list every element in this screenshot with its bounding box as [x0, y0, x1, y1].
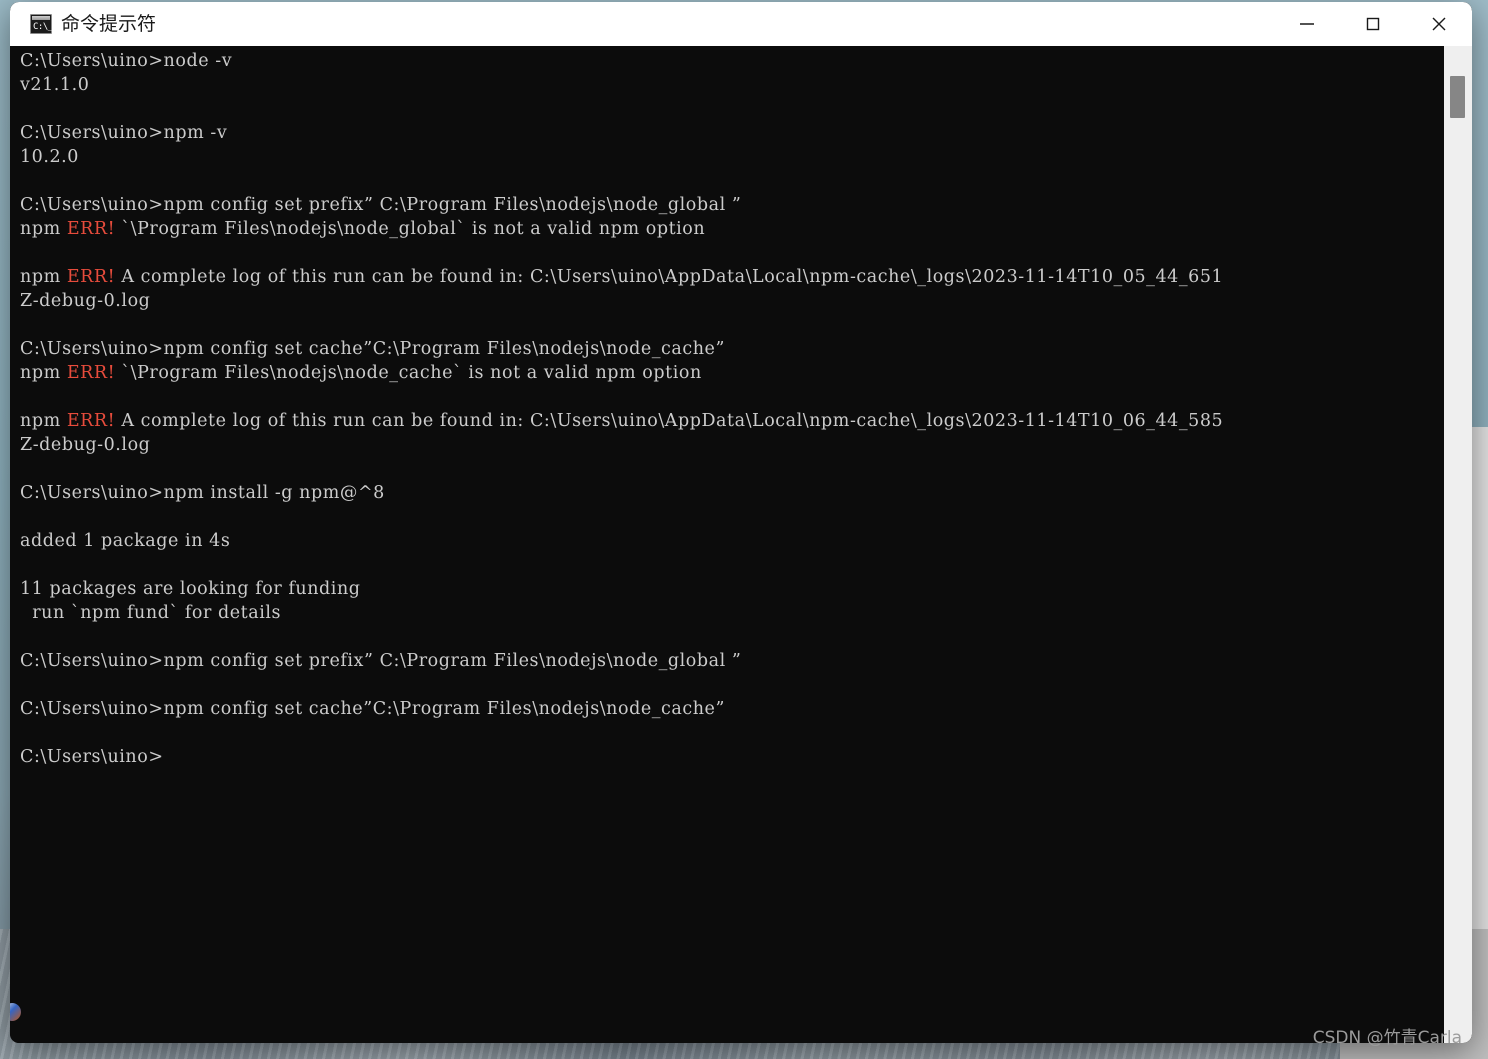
- close-button[interactable]: [1406, 2, 1472, 46]
- terminal-line: C:\Users\uino>npm install -g npm@^8: [20, 483, 385, 503]
- terminal-line: 10.2.0: [20, 147, 79, 167]
- minimize-button[interactable]: [1274, 2, 1340, 46]
- terminal-line: 11 packages are looking for funding: [20, 579, 361, 599]
- terminal-line-prefix: npm: [20, 411, 67, 431]
- terminal-error-tag: ERR!: [66, 219, 116, 239]
- terminal-line: Z-debug-0.log: [20, 291, 151, 311]
- window-title: 命令提示符: [61, 13, 157, 35]
- terminal-error-tag: ERR!: [66, 267, 116, 287]
- terminal-error-tag: ERR!: [66, 363, 116, 383]
- terminal-line-body: `\Program Files\nodejs\node_global` is n…: [115, 219, 706, 239]
- terminal-line: npm ERR! A complete log of this run can …: [20, 265, 1444, 289]
- terminal-line-body: A complete log of this run can be found …: [115, 267, 1224, 287]
- terminal-line: added 1 package in 4s: [20, 531, 231, 551]
- terminal-line-prefix: npm: [20, 219, 67, 239]
- command-prompt-window: C:\_ 命令提示符 C:\Users\uino>node -v v21.1.0…: [10, 2, 1472, 1043]
- console-body: C:\Users\uino>node -v v21.1.0 C:\Users\ui…: [10, 46, 1472, 1043]
- terminal-output[interactable]: C:\Users\uino>node -v v21.1.0 C:\Users\ui…: [10, 46, 1444, 1043]
- terminal-line: npm ERR! A complete log of this run can …: [20, 409, 1444, 433]
- desktop-background: C:\_ 命令提示符 C:\Users\uino>node -v v21.1.0…: [0, 0, 1488, 1059]
- terminal-line-prefix: npm: [20, 267, 67, 287]
- terminal-line: run `npm fund` for details: [20, 603, 282, 623]
- terminal-line: C:\Users\uino>npm config set prefix” C:\…: [20, 651, 742, 671]
- maximize-button[interactable]: [1340, 2, 1406, 46]
- terminal-line: npm ERR! `\Program Files\nodejs\node_glo…: [20, 217, 1444, 241]
- window-controls: [1274, 2, 1472, 46]
- terminal-line: Z-debug-0.log: [20, 435, 151, 455]
- terminal-line-body: A complete log of this run can be found …: [115, 411, 1224, 431]
- terminal-line-body: `\Program Files\nodejs\node_cache` is no…: [115, 363, 702, 383]
- terminal-line: C:\Users\uino>node -v: [20, 51, 233, 71]
- titlebar-title-group: C:\_ 命令提示符: [10, 13, 1274, 35]
- terminal-error-tag: ERR!: [66, 411, 116, 431]
- terminal-line-prefix: npm: [20, 363, 67, 383]
- cmd-icon: C:\_: [30, 14, 53, 34]
- terminal-line: C:\Users\uino>npm -v: [20, 123, 228, 143]
- terminal-scrollbar[interactable]: [1444, 46, 1472, 1043]
- terminal-line: C:\Users\uino>npm config set cache”C:\Pr…: [20, 339, 725, 359]
- cmd-icon-glyph: C:\_: [33, 22, 53, 32]
- terminal-line: npm ERR! `\Program Files\nodejs\node_cac…: [20, 361, 1444, 385]
- terminal-line: C:\Users\uino>npm config set cache”C:\Pr…: [20, 699, 725, 719]
- terminal-line: C:\Users\uino>: [20, 747, 164, 767]
- scrollbar-thumb[interactable]: [1450, 76, 1465, 118]
- terminal-line: v21.1.0: [20, 75, 90, 95]
- terminal-line: C:\Users\uino>npm config set prefix” C:\…: [20, 195, 742, 215]
- window-titlebar[interactable]: C:\_ 命令提示符: [10, 2, 1472, 46]
